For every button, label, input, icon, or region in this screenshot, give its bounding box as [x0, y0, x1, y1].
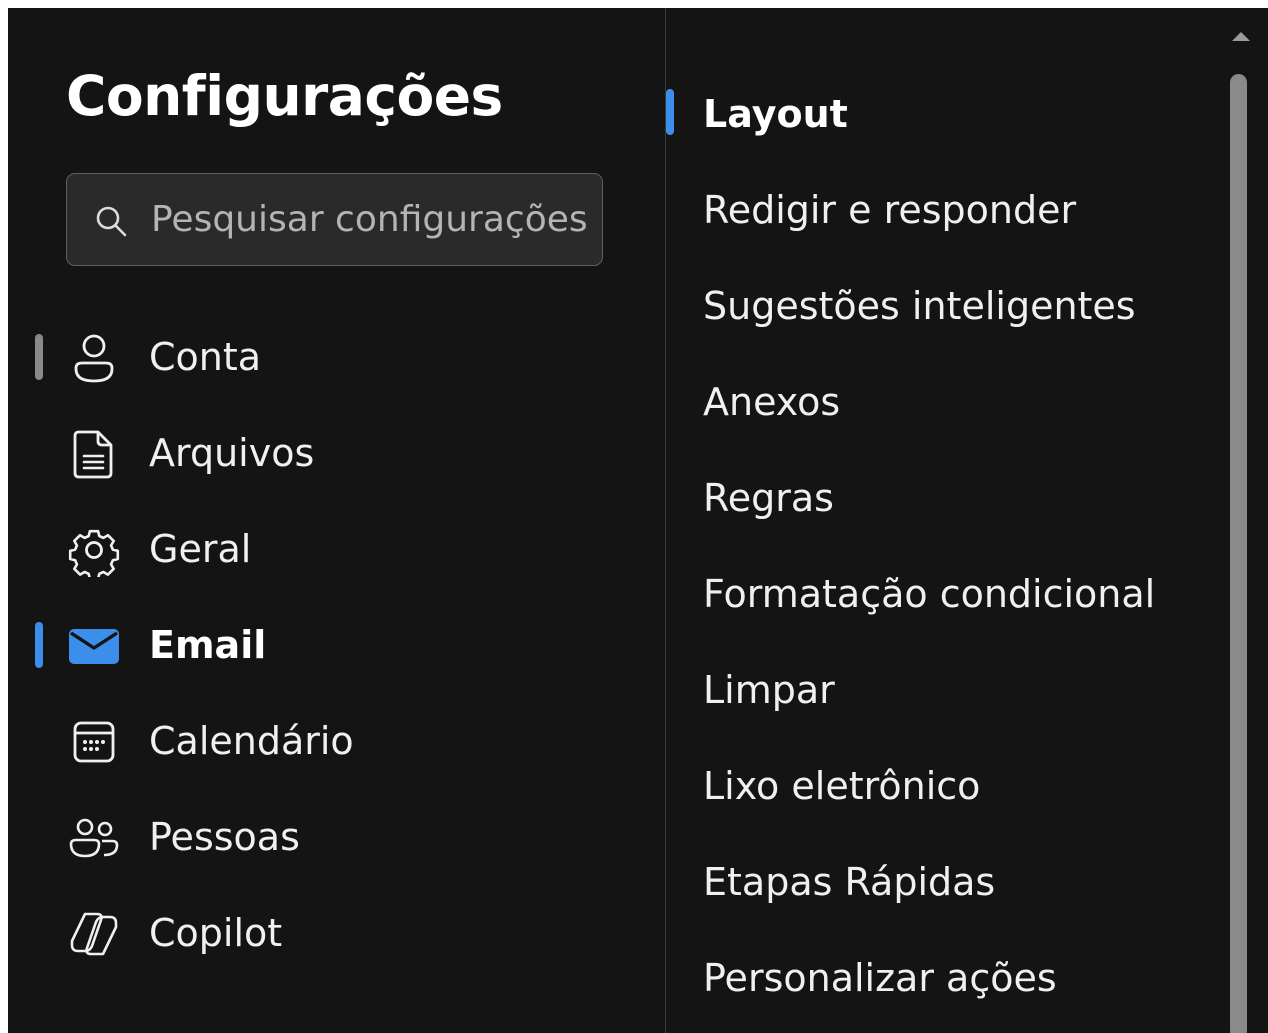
- nav-item-label: Copilot: [149, 911, 283, 955]
- subnav-item-label: Etapas Rápidas: [703, 860, 996, 904]
- settings-nav-pane: Configurações Conta Arq: [8, 8, 665, 1033]
- subnav-item-limpar[interactable]: Limpar: [666, 650, 1236, 730]
- search-box[interactable]: [66, 173, 603, 266]
- subnav-item-label: Lixo eletrônico: [703, 764, 981, 808]
- nav-item-copilot[interactable]: Copilot: [8, 893, 665, 973]
- subnav-item-layout[interactable]: Layout: [666, 74, 1236, 154]
- selection-indicator: [35, 622, 43, 668]
- subnav-item-sugestoes-inteligentes[interactable]: Sugestões inteligentes: [666, 266, 1236, 346]
- subnav-item-redigir-e-responder[interactable]: Redigir e responder: [666, 170, 1236, 250]
- email-subsettings-pane: Layout Redigir e responder Sugestões int…: [666, 8, 1268, 1033]
- gear-icon: [68, 529, 120, 577]
- subnav-item-lixo-eletronico[interactable]: Lixo eletrônico: [666, 746, 1236, 826]
- search-input[interactable]: [151, 174, 601, 265]
- subnav-item-label: Limpar: [703, 668, 835, 712]
- nav-item-label: Email: [149, 623, 267, 667]
- subnav-item-formatacao-condicional[interactable]: Formatação condicional: [666, 554, 1236, 634]
- subnav-item-personalizar-acoes[interactable]: Personalizar ações: [666, 938, 1236, 1018]
- subnav-item-label: Layout: [703, 92, 848, 136]
- nav-item-pessoas[interactable]: Pessoas: [8, 797, 665, 877]
- nav-item-arquivos[interactable]: Arquivos: [8, 413, 665, 493]
- subnav-item-anexos[interactable]: Anexos: [666, 362, 1236, 442]
- settings-panel: Configurações Conta Arq: [8, 8, 1268, 1033]
- subnav-item-label: Formatação condicional: [703, 572, 1156, 616]
- calendar-icon: [73, 721, 115, 763]
- nav-item-label: Conta: [149, 335, 262, 379]
- subnav-item-label: Redigir e responder: [703, 188, 1077, 232]
- nav-item-conta[interactable]: Conta: [8, 317, 665, 397]
- nav-item-label: Calendário: [149, 719, 354, 763]
- subnav-item-regras[interactable]: Regras: [666, 458, 1236, 538]
- nav-item-email[interactable]: Email: [8, 605, 665, 685]
- subnav-item-label: Anexos: [703, 380, 841, 424]
- nav-item-label: Arquivos: [149, 431, 315, 475]
- nav-item-label: Geral: [149, 527, 252, 571]
- selection-indicator: [666, 89, 674, 135]
- scrollbar-thumb[interactable]: [1230, 74, 1247, 1033]
- people-icon: [69, 818, 119, 858]
- copilot-icon: [70, 912, 118, 956]
- hover-indicator: [35, 334, 43, 380]
- nav-item-calendario[interactable]: Calendário: [8, 701, 665, 781]
- person-icon: [74, 334, 114, 383]
- page-title: Configurações: [66, 64, 503, 128]
- subnav-item-label: Personalizar ações: [703, 956, 1057, 1000]
- mail-icon: [69, 629, 119, 664]
- subnav-item-label: Sugestões inteligentes: [703, 284, 1136, 328]
- subnav-item-label: Regras: [703, 476, 834, 520]
- nav-item-label: Pessoas: [149, 815, 300, 859]
- subnav-item-etapas-rapidas[interactable]: Etapas Rápidas: [666, 842, 1236, 922]
- document-icon: [73, 430, 113, 479]
- nav-item-geral[interactable]: Geral: [8, 509, 665, 589]
- search-icon: [96, 206, 127, 237]
- scroll-up-arrow-icon[interactable]: [1229, 28, 1253, 44]
